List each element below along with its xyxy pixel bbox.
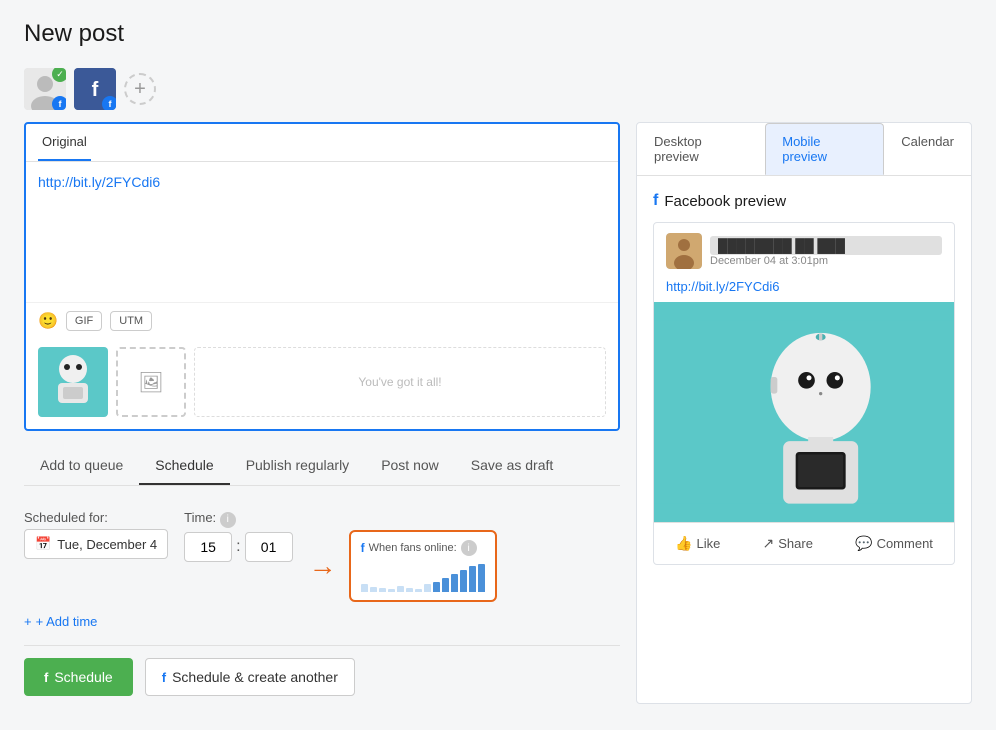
scheduled-for-group: Scheduled for: 📅 Tue, December 4 (24, 510, 168, 559)
plus-icon: + (24, 614, 32, 629)
fb-username: ████████ ██ ███ (710, 236, 942, 255)
time-separator: : (236, 538, 240, 556)
account-row: ✓ f f f + (24, 68, 972, 110)
chart-bar (433, 582, 440, 592)
chart-bar (478, 564, 485, 592)
action-buttons: f Schedule f Schedule & create another (24, 658, 620, 696)
divider (24, 645, 620, 646)
like-icon: 👍 (675, 535, 692, 552)
tab-calendar[interactable]: Calendar (884, 123, 971, 175)
gif-button[interactable]: GIF (66, 311, 102, 331)
add-media-button[interactable]: 🖼 (116, 347, 186, 417)
comment-label: Comment (877, 536, 933, 551)
account-avatar-1[interactable]: ✓ f (24, 68, 66, 110)
editor-toolbar: 🙂 GIF UTM (26, 302, 618, 339)
tab-schedule[interactable]: Schedule (139, 447, 229, 485)
preview-tabs: Desktop preview Mobile preview Calendar (637, 123, 971, 176)
add-image-icon: 🖼 (138, 370, 163, 395)
fans-online-title: f When fans online: i (361, 540, 485, 556)
chart-bar (388, 589, 395, 592)
time-info-icon[interactable]: i (220, 512, 236, 528)
account-avatar-2[interactable]: f f (74, 68, 116, 110)
share-icon: ↗ (763, 535, 775, 552)
chart-bar (469, 566, 476, 592)
calendar-icon: 📅 (35, 536, 51, 552)
tab-publish-regularly[interactable]: Publish regularly (230, 447, 366, 485)
chart-bar (406, 588, 413, 592)
account-check-icon: ✓ (52, 68, 66, 82)
editor-tabs: Original (26, 124, 618, 162)
post-editor: Original http://bit.ly/2FYCdi6 🙂 GIF UTM (24, 122, 620, 431)
chart-bar (361, 584, 368, 592)
fb-badge-2: f (102, 96, 116, 110)
tab-mobile-preview[interactable]: Mobile preview (765, 123, 884, 175)
time-group: Time: i : (184, 510, 292, 562)
schedule-button[interactable]: f Schedule (24, 658, 133, 696)
fb-like-button[interactable]: 👍 Like (667, 531, 728, 556)
preview-section-title: f Facebook preview (653, 192, 955, 210)
arrow-icon: → (309, 550, 337, 582)
fans-chart (361, 562, 485, 592)
fb-comment-button[interactable]: 💬 Comment (847, 531, 941, 556)
fb-icon-schedule: f (44, 670, 48, 685)
fb-post-avatar (666, 233, 702, 269)
tab-save-draft[interactable]: Save as draft (455, 447, 570, 485)
date-value: Tue, December 4 (57, 537, 157, 552)
chart-bar (397, 586, 404, 592)
add-time-button[interactable]: + + Add time (24, 614, 97, 629)
fb-badge-1: f (52, 96, 66, 110)
comment-icon: 💬 (855, 535, 872, 552)
media-placeholder: You've got it all! (194, 347, 606, 417)
like-label: Like (697, 536, 721, 551)
fb-timestamp: December 04 at 3:01pm (710, 255, 942, 267)
fb-post-image (654, 302, 954, 522)
fans-info-icon[interactable]: i (461, 540, 477, 556)
robot-image (654, 302, 954, 522)
utm-button[interactable]: UTM (110, 311, 152, 331)
facebook-post-preview: ████████ ██ ███ December 04 at 3:01pm ht… (653, 222, 955, 565)
tab-original[interactable]: Original (38, 124, 91, 161)
chart-bar (424, 584, 431, 592)
tab-post-now[interactable]: Post now (365, 447, 455, 485)
chart-bar (460, 570, 467, 592)
minute-input[interactable] (245, 532, 293, 562)
add-time-row: + + Add time (24, 614, 620, 629)
fans-online-box[interactable]: f When fans online: i (349, 530, 497, 602)
chart-bar (442, 578, 449, 592)
schedule-tabs: Add to queue Schedule Publish regularly … (24, 447, 620, 486)
right-panel: Desktop preview Mobile preview Calendar … (636, 122, 972, 704)
share-label: Share (778, 536, 813, 551)
date-picker[interactable]: 📅 Tue, December 4 (24, 529, 168, 559)
time-label: Time: i (184, 510, 292, 528)
hour-input[interactable] (184, 532, 232, 562)
fb-icon-schedule-another: f (162, 670, 166, 685)
svg-text:f: f (92, 79, 99, 101)
media-row: 🖼 You've got it all! (26, 339, 618, 429)
fb-post-link[interactable]: http://bit.ly/2FYCdi6 (654, 279, 954, 302)
fb-post-meta: ████████ ██ ███ December 04 at 3:01pm (710, 236, 942, 267)
add-account-button[interactable]: + (124, 73, 156, 105)
media-thumbnail-1[interactable] (38, 347, 108, 417)
content-link[interactable]: http://bit.ly/2FYCdi6 (38, 174, 160, 190)
fb-logo-icon: f (653, 192, 658, 210)
tab-desktop-preview[interactable]: Desktop preview (637, 123, 765, 175)
schedule-another-button[interactable]: f Schedule & create another (145, 658, 355, 696)
fb-share-button[interactable]: ↗ Share (755, 531, 821, 556)
time-inputs: : (184, 532, 292, 562)
chart-bar (415, 589, 422, 592)
chart-bar (370, 587, 377, 592)
page-title: New post (24, 20, 972, 48)
schedule-form: Scheduled for: 📅 Tue, December 4 Time: i (24, 510, 620, 602)
fb-post-actions: 👍 Like ↗ Share 💬 Comment (654, 522, 954, 564)
fb-icon-small: f (361, 541, 365, 555)
preview-content: f Facebook preview ███████ (637, 176, 971, 581)
scheduled-for-label: Scheduled for: (24, 510, 168, 525)
editor-content-area[interactable]: http://bit.ly/2FYCdi6 (26, 162, 618, 302)
fb-post-header: ████████ ██ ███ December 04 at 3:01pm (654, 223, 954, 279)
chart-bar (379, 588, 386, 592)
chart-bar (451, 574, 458, 592)
emoji-button[interactable]: 🙂 (38, 311, 58, 331)
fans-online-wrapper: → f When fans online: i (309, 530, 497, 602)
tab-add-to-queue[interactable]: Add to queue (24, 447, 139, 485)
